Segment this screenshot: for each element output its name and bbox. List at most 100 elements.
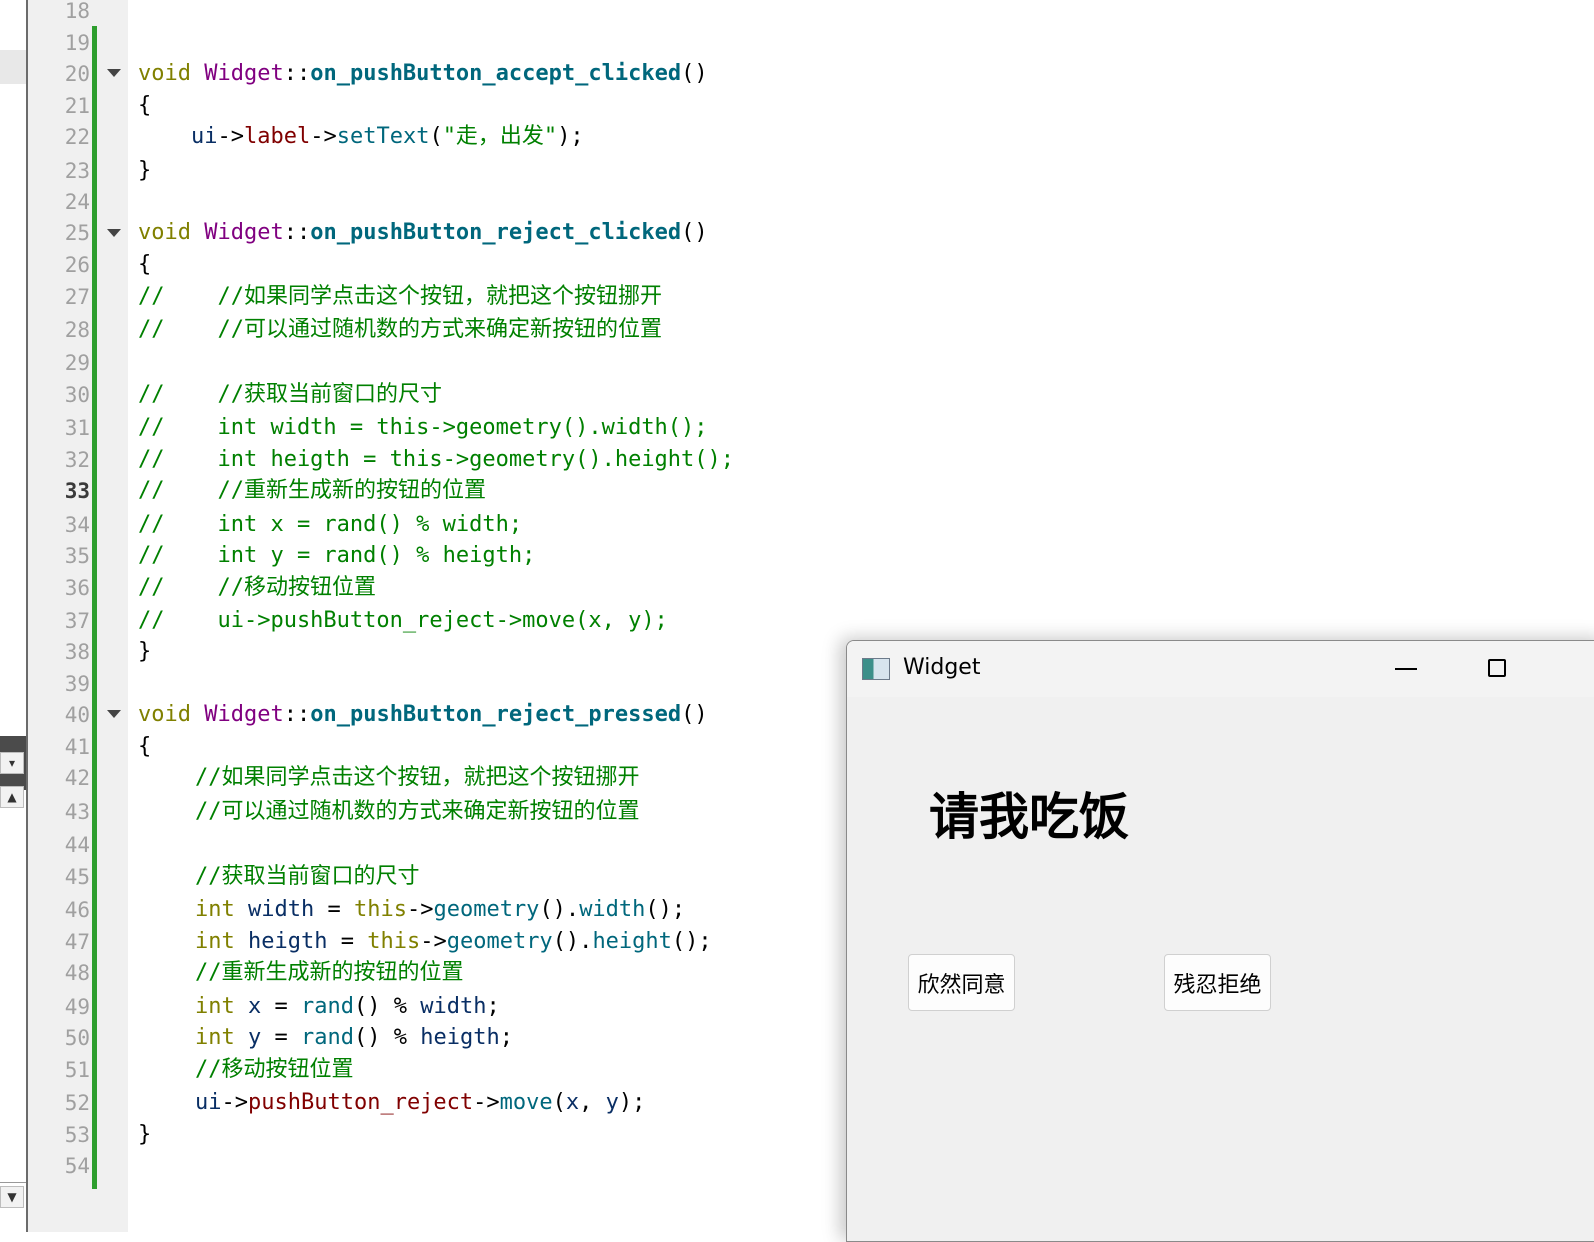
variable: x [248,994,262,1019]
fold-chevron-down-icon[interactable] [107,69,121,77]
line-number: 49 [64,995,90,1019]
comment-line[interactable]: // //如果同学点击这个按钮，就把这个按钮挪开 [138,281,662,313]
method-call: move [499,1090,553,1115]
line-number: 39 [64,672,90,696]
line-number: 46 [64,898,90,922]
title-bar[interactable]: Widget [847,641,1594,697]
line-number: 37 [64,609,90,633]
line-number: 43 [64,800,90,824]
class-name: Widget [204,61,284,86]
operator: -> [217,124,244,149]
comment-line[interactable]: // int x = rand() % width; [138,509,522,541]
comment-line[interactable]: //可以通过随机数的方式来确定新按钮的位置 [195,796,640,828]
line-number: 25 [64,221,90,245]
code-line[interactable]: { [138,731,151,763]
reject-button[interactable]: 残忍拒绝 [1164,954,1271,1011]
comment-line[interactable]: // int width = this->geometry().width(); [138,412,708,444]
code-line[interactable]: ui->pushButton_reject->move(x, y); [195,1087,645,1119]
variable: y [605,1090,619,1115]
operator: = [314,897,354,922]
line-number: 19 [64,31,90,55]
line-number: 48 [64,961,90,985]
line-number-current: 33 [64,479,90,503]
method-call: setText [336,124,430,149]
comment-line[interactable]: // ui->pushButton_reject->move(x, y); [138,605,668,637]
code-line[interactable]: { [138,90,151,122]
code-line[interactable]: } [138,155,151,187]
punctuation: () [681,61,708,86]
scroll-down-icon[interactable]: ▼ [0,1186,24,1208]
code-line[interactable]: void Widget::on_pushButton_accept_clicke… [138,58,708,90]
comment-line[interactable]: // //移动按钮位置 [138,572,376,604]
comment-line[interactable]: // int y = rand() % heigth; [138,540,535,572]
comment-line[interactable]: //移动按钮位置 [195,1054,354,1086]
comment-line[interactable]: //如果同学点击这个按钮，就把这个按钮挪开 [195,762,640,794]
comment-line[interactable]: //获取当前窗口的尺寸 [195,861,420,893]
code-line[interactable]: int heigth = this->geometry().height(); [195,926,712,958]
comment-line[interactable]: //重新生成新的按钮的位置 [195,957,464,989]
punctuation: ); [557,124,584,149]
comment-line[interactable]: // //获取当前窗口的尺寸 [138,379,442,411]
code-line[interactable]: } [138,636,151,668]
minimize-icon[interactable] [1395,668,1417,670]
variable: y [248,1025,262,1050]
line-number: 20 [64,62,90,86]
scope-operator: :: [283,702,311,727]
line-number: 47 [64,930,90,954]
comment-line[interactable]: // //重新生成新的按钮的位置 [138,475,486,507]
scroll-up-icon[interactable]: ▲ [0,786,24,808]
line-number: 22 [64,125,90,149]
line-number: 38 [64,640,90,664]
panel-toggle-area[interactable]: ▾ [0,736,26,790]
keyword: void [138,702,191,727]
function-name: on_pushButton_accept_clicked [310,61,682,86]
comment-line[interactable]: // int heigth = this->geometry().height(… [138,444,734,476]
operator: () % [353,994,421,1019]
keyword: this [367,929,421,954]
line-number: 26 [64,253,90,277]
line-number: 50 [64,1026,90,1050]
code-line[interactable]: } [138,1119,151,1151]
punctuation: (). [539,897,580,922]
punctuation: ( [429,124,443,149]
line-number: 32 [64,448,90,472]
variable: width [420,994,487,1019]
function-call: rand [301,994,354,1019]
variable: x [565,1090,580,1115]
maximize-icon[interactable] [1488,659,1506,677]
variable: heigth [420,1025,500,1050]
code-line[interactable]: void Widget::on_pushButton_reject_clicke… [138,217,708,249]
punctuation: ; [486,994,500,1019]
panel-dropdown-icon[interactable]: ▾ [0,752,24,774]
line-number: 30 [64,383,90,407]
line-number: 54 [64,1154,90,1178]
function-name: on_pushButton_reject_pressed [310,702,682,727]
code-line[interactable]: ui->label->setText("走，出发"); [138,121,584,153]
comment-line[interactable]: // //可以通过随机数的方式来确定新按钮的位置 [138,314,662,346]
identifier: ui [190,124,218,149]
method-call: geometry [433,897,540,922]
code-line[interactable]: int width = this->geometry().width(); [195,894,685,926]
change-marker-bar [92,26,97,1189]
string-literal: "走，出发" [442,124,558,149]
operator: -> [406,897,434,922]
fold-chevron-down-icon[interactable] [107,229,121,237]
code-line[interactable]: int y = rand() % heigth; [195,1022,513,1054]
line-number: 45 [64,865,90,889]
widget-window[interactable]: Widget 请我吃饭 欣然同意 残忍拒绝 [846,640,1594,1242]
keyword: void [138,220,191,245]
operator: () % [353,1025,421,1050]
line-number: 44 [64,833,90,857]
variable: width [248,897,315,922]
code-line[interactable]: void Widget::on_pushButton_reject_presse… [138,699,708,731]
fold-chevron-down-icon[interactable] [107,710,121,718]
line-number: 42 [64,766,90,790]
punctuation: () [681,702,708,727]
accept-button[interactable]: 欣然同意 [908,954,1015,1011]
line-number: 51 [64,1058,90,1082]
qt-app-icon [862,658,890,680]
code-line[interactable]: { [138,249,151,281]
divider [0,1182,26,1183]
variable: heigth [248,929,328,954]
code-line[interactable]: int x = rand() % width; [195,991,500,1023]
